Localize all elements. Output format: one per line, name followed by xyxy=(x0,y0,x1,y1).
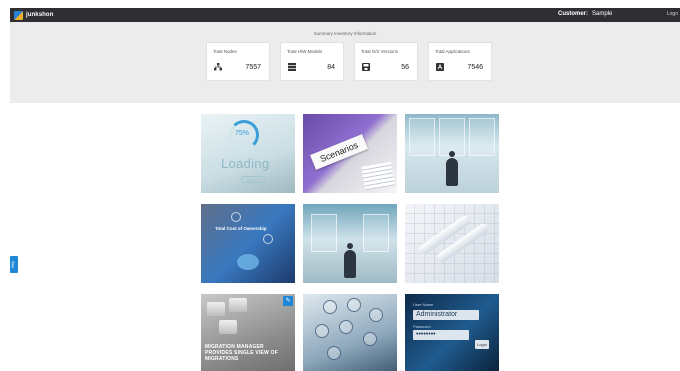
username-field: Administrator xyxy=(413,310,479,320)
brand-logo-icon xyxy=(14,10,23,20)
tile-digital-icons[interactable] xyxy=(303,294,397,371)
keyboard-key xyxy=(229,298,247,312)
card-total-os-versions[interactable]: Total O/S Versions 56 xyxy=(354,42,418,81)
digital-icon xyxy=(323,300,337,314)
summary-panel: Summary Inventory Information Total Node… xyxy=(10,22,680,103)
disk-icon xyxy=(362,63,370,71)
card-value: 7557 xyxy=(245,64,261,71)
card-value: 84 xyxy=(327,64,335,71)
card-total-hw-models[interactable]: Total H/W Models 84 xyxy=(280,42,344,81)
glass-panel xyxy=(409,118,435,156)
businessman-figure xyxy=(446,151,458,186)
tile-business-dashboard[interactable] xyxy=(405,114,499,193)
card-label: Total Applications xyxy=(435,49,470,54)
login-button: Login xyxy=(475,340,489,349)
tile-business-glass[interactable] xyxy=(303,204,397,283)
businessman-figure xyxy=(344,243,356,278)
card-total-nodes[interactable]: Total Nodes 7557 xyxy=(206,42,270,81)
digital-icon xyxy=(315,324,329,338)
card-label: Total H/W Models xyxy=(287,49,323,54)
scenarios-chart-paper xyxy=(361,161,395,191)
brand-name: junkshon xyxy=(26,12,54,18)
tile-administrator-login[interactable]: User Name Administrator Password •••••••… xyxy=(405,294,499,371)
username-label: User Name xyxy=(413,302,434,307)
password-label: Password xyxy=(413,324,431,329)
customer-info: Customer: Sample xyxy=(558,11,612,17)
tco-label: Total Cost of Ownership xyxy=(215,226,267,231)
keyboard-key xyxy=(219,320,237,334)
edit-icon[interactable]: ✎ xyxy=(283,296,293,306)
card-total-applications[interactable]: Total Applications 7546 xyxy=(428,42,492,81)
scenarios-label: Scenarios xyxy=(310,134,368,170)
tile-grid: 75% Loading Cancel Scenarios Total Cost … xyxy=(201,114,499,371)
digital-icon xyxy=(347,298,361,312)
tile-blueprint[interactable] xyxy=(405,204,499,283)
help-side-tab[interactable]: Help xyxy=(10,256,18,273)
logout-link[interactable]: Logo xyxy=(667,11,678,17)
server-icon xyxy=(288,63,296,71)
digital-icon xyxy=(369,308,383,322)
customer-label: Customer: xyxy=(558,11,589,17)
keyboard-key xyxy=(207,302,225,316)
network-nodes-icon xyxy=(214,63,222,71)
card-value: 7546 xyxy=(467,64,483,71)
tco-hand-graphic xyxy=(237,254,259,270)
glass-panel xyxy=(311,214,337,252)
summary-title: Summary Inventory Information xyxy=(313,31,377,36)
digital-icon xyxy=(327,346,341,360)
tile-scenarios[interactable]: Scenarios xyxy=(303,114,397,193)
customer-name: Sample xyxy=(592,11,613,17)
tile-total-cost-ownership[interactable]: Total Cost of Ownership xyxy=(201,204,295,283)
top-bar: junkshon Customer: Sample Logo xyxy=(10,8,680,22)
tco-circle-icon xyxy=(231,212,241,222)
glass-panel xyxy=(469,118,495,156)
card-label: Total O/S Versions xyxy=(361,49,399,54)
brand[interactable]: junkshon xyxy=(14,10,53,20)
loading-word: Loading xyxy=(221,156,270,171)
glass-panel xyxy=(363,214,389,252)
loading-cancel: Cancel xyxy=(241,176,265,183)
summary-cards: Total Nodes 7557 Total H/W Models 84 Tot… xyxy=(206,42,492,81)
digital-icon xyxy=(363,332,377,346)
password-field: •••••••• xyxy=(413,330,469,340)
app-icon xyxy=(436,63,444,71)
migration-text-line3: MIGRATIONS xyxy=(205,356,239,362)
migration-text: MIGRATION MANAGER PROVIDES SINGLE VIEW O… xyxy=(205,344,278,362)
card-label: Total Nodes xyxy=(213,49,237,54)
tile-migration-manager[interactable]: ✎ MIGRATION MANAGER PROVIDES SINGLE VIEW… xyxy=(201,294,295,371)
digital-icon xyxy=(339,320,353,334)
card-value: 56 xyxy=(401,64,409,71)
tile-loading[interactable]: 75% Loading Cancel xyxy=(201,114,295,193)
loading-percent: 75% xyxy=(235,130,250,137)
tco-circle-icon xyxy=(263,234,273,244)
help-tab-label: Help xyxy=(11,260,15,268)
